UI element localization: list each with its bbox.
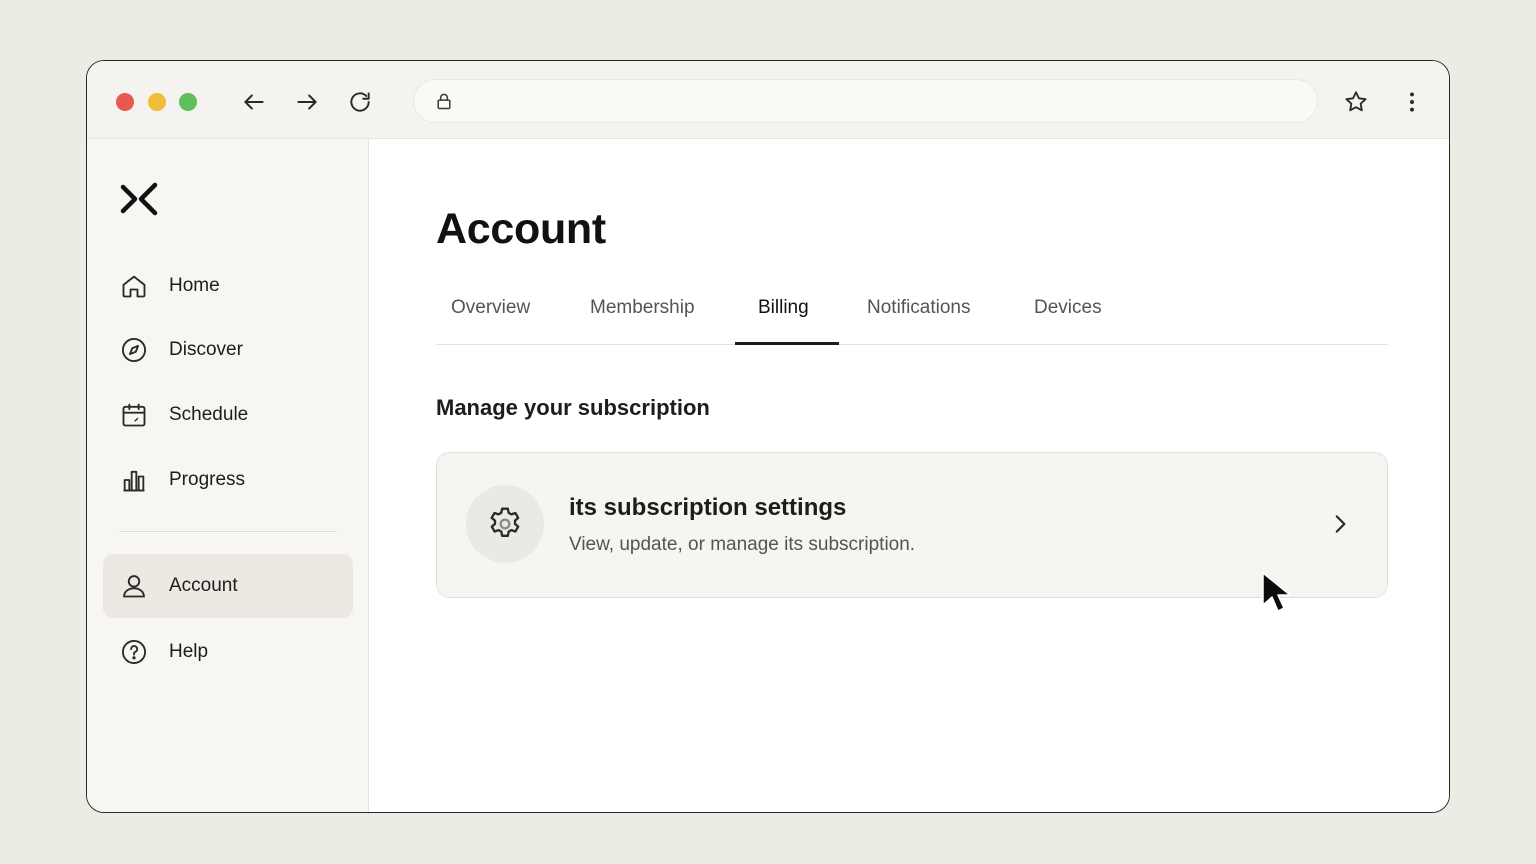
sidebar: Home Discover Schedule Progress Account …: [87, 139, 369, 812]
tab-notifications[interactable]: Notifications: [867, 289, 971, 345]
section-title: Manage your subscription: [436, 395, 710, 420]
arrow-right-icon: [297, 94, 317, 110]
card-title: its subscription settings: [569, 494, 847, 521]
close-window-button[interactable]: [116, 93, 134, 111]
card-description: View, update, or manage its subscription…: [569, 534, 916, 555]
sidebar-item-label: Progress: [169, 469, 246, 490]
tab-devices[interactable]: Devices: [1034, 289, 1102, 345]
calendar-icon: [119, 400, 149, 430]
back-button[interactable]: [240, 88, 268, 116]
tab-billing[interactable]: Billing: [758, 289, 809, 345]
gear-icon: [466, 485, 544, 563]
browser-toolbar: [87, 61, 1449, 139]
reload-button[interactable]: [346, 88, 374, 116]
lock-icon: [437, 93, 451, 110]
user-icon: [119, 571, 149, 601]
sidebar-item-label: Discover: [169, 339, 243, 360]
sidebar-item-label: Account: [169, 575, 238, 596]
sidebar-item-label: Schedule: [169, 404, 249, 425]
mouse-pointer-icon: [1262, 572, 1291, 612]
browser-window: Home Discover Schedule Progress Account …: [86, 60, 1450, 813]
sidebar-item-home[interactable]: Home: [103, 254, 353, 318]
help-icon: [119, 637, 149, 667]
bookmark-button[interactable]: [1342, 88, 1370, 116]
browser-menu-button[interactable]: [1398, 88, 1426, 116]
home-icon: [119, 271, 149, 301]
active-tab-indicator: [735, 342, 839, 345]
chevron-right-icon: [1335, 515, 1346, 533]
sidebar-item-schedule[interactable]: Schedule: [103, 383, 353, 447]
sidebar-item-label: Help: [169, 641, 209, 662]
tab-bar: Overview Membership Billing Notification…: [436, 289, 1388, 345]
forward-button[interactable]: [293, 88, 321, 116]
sidebar-divider: [119, 531, 337, 532]
subscription-settings-card[interactable]: its subscription settings View, update, …: [436, 452, 1388, 598]
star-icon: [1345, 91, 1367, 112]
logo-icon[interactable]: [119, 181, 159, 217]
tab-overview[interactable]: Overview: [451, 289, 530, 345]
maximize-window-button[interactable]: [179, 93, 197, 111]
page-title: Account: [436, 205, 606, 253]
address-bar[interactable]: [413, 79, 1318, 123]
tab-membership[interactable]: Membership: [590, 289, 695, 345]
more-vertical-icon: [1410, 92, 1414, 112]
sidebar-item-account[interactable]: Account: [103, 554, 353, 618]
bar-chart-icon: [119, 465, 149, 495]
minimize-window-button[interactable]: [148, 93, 166, 111]
main-content: Account Overview Membership Billing Noti…: [370, 139, 1449, 812]
sidebar-item-discover[interactable]: Discover: [103, 318, 353, 382]
reload-icon: [350, 92, 370, 112]
sidebar-item-help[interactable]: Help: [103, 620, 353, 684]
sidebar-item-progress[interactable]: Progress: [103, 448, 353, 512]
sidebar-item-label: Home: [169, 275, 220, 296]
arrow-left-icon: [244, 94, 264, 110]
compass-icon: [119, 335, 149, 365]
